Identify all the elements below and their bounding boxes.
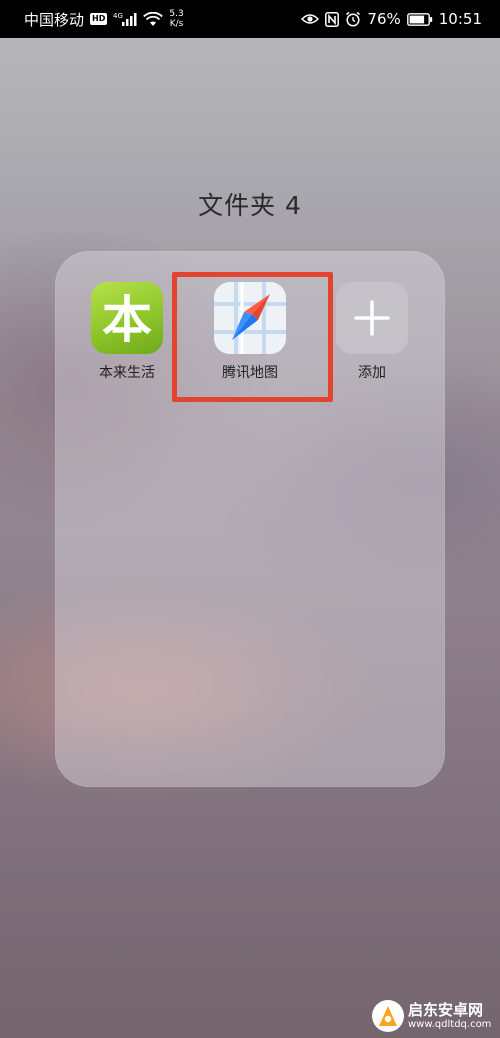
network-speed-value: 5.3: [169, 9, 184, 19]
watermark: 启东安卓网 www.qdltdq.com: [372, 1000, 491, 1032]
battery-icon: [406, 12, 433, 26]
wifi-icon: [143, 11, 164, 27]
cellular-signal-icon: 4G: [113, 12, 137, 26]
eye-comfort-icon: [301, 12, 320, 26]
battery-percent: 76%: [367, 10, 401, 28]
carrier-name: 中国移动: [24, 10, 85, 29]
watermark-url: www.qdltdq.com: [408, 1018, 492, 1030]
app-label-benlai: 本来生活: [99, 365, 155, 381]
app-add[interactable]: 添加: [327, 282, 417, 382]
clock: 10:51: [438, 10, 482, 28]
folder-title[interactable]: 文件夹 4: [0, 186, 500, 222]
app-benlai[interactable]: 本 本来生活: [82, 282, 172, 382]
network-speed: 5.3 K/s: [169, 9, 183, 29]
status-bar: 中国移动 HD 4G 5.3 K/s 76% 10:51: [0, 0, 500, 38]
watermark-name: 启东安卓网: [408, 1000, 484, 1019]
watermark-text: 启东安卓网 www.qdltdq.com: [408, 1000, 492, 1030]
network-speed-unit: K/s: [169, 19, 184, 29]
status-bar-right: 76% 10:51: [301, 10, 482, 28]
app-label-add: 添加: [358, 365, 386, 381]
svg-text:4G: 4G: [113, 12, 123, 20]
nfc-icon: [325, 11, 340, 27]
add-icon[interactable]: [336, 282, 408, 354]
hd-badge: HD: [90, 13, 108, 25]
status-bar-left: 中国移动 HD 4G 5.3 K/s: [24, 9, 184, 30]
alarm-icon: [345, 11, 361, 27]
benlai-glyph: 本: [102, 291, 152, 349]
benlai-app-icon[interactable]: 本: [91, 282, 163, 354]
highlight-box: [172, 272, 333, 402]
watermark-logo-icon: [372, 1000, 404, 1032]
